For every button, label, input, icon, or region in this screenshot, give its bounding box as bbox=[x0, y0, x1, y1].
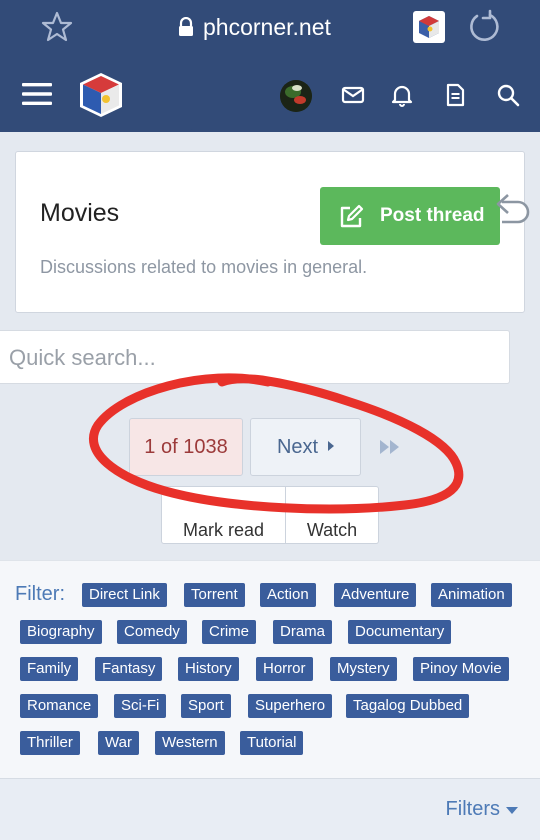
caret-down-icon bbox=[506, 807, 518, 814]
filter-tag[interactable]: Horror bbox=[256, 657, 313, 681]
document-icon[interactable] bbox=[442, 82, 468, 108]
filter-tag[interactable]: Tagalog Dubbed bbox=[346, 694, 470, 718]
filters-label: Filters bbox=[445, 798, 500, 820]
reload-icon[interactable] bbox=[466, 8, 502, 44]
filter-tag[interactable]: Adventure bbox=[334, 583, 417, 607]
filter-tag[interactable]: Family bbox=[20, 657, 79, 681]
nav-tab-stub bbox=[96, 120, 192, 132]
nav-tab-stub bbox=[0, 120, 96, 132]
quick-search-input[interactable] bbox=[9, 341, 489, 375]
star-icon[interactable] bbox=[40, 10, 74, 44]
mark-read-label: Mark read bbox=[182, 520, 265, 540]
filter-tag[interactable]: Direct Link bbox=[82, 583, 167, 607]
nav-tab-stub bbox=[192, 120, 288, 132]
edit-icon bbox=[340, 204, 364, 228]
url-text[interactable]: phcorner.net bbox=[203, 12, 331, 42]
watch-label: Watch bbox=[306, 520, 358, 540]
filter-label: Filter: bbox=[15, 583, 65, 605]
filter-tag[interactable]: Sport bbox=[181, 694, 231, 718]
mark-read-button[interactable]: Mark read bbox=[161, 486, 286, 544]
chevron-right-icon bbox=[328, 441, 335, 451]
bell-icon[interactable] bbox=[389, 82, 415, 108]
filter-tag[interactable]: Pinoy Movie bbox=[413, 657, 509, 681]
watch-button[interactable]: Watch bbox=[286, 486, 379, 544]
filter-tag[interactable]: Mystery bbox=[330, 657, 397, 681]
filter-panel: Filter: Direct Link Torrent Action Adven… bbox=[0, 560, 540, 778]
filters-toggle[interactable]: Filters bbox=[0, 778, 540, 840]
avatar[interactable] bbox=[280, 80, 312, 112]
filter-tag[interactable]: Tutorial bbox=[240, 731, 304, 755]
mail-icon[interactable] bbox=[340, 82, 366, 108]
filter-tag[interactable]: Animation bbox=[431, 583, 512, 607]
forum-description: Discussions related to movies in general… bbox=[40, 257, 368, 277]
filter-tag[interactable]: Comedy bbox=[117, 620, 187, 644]
filter-tag[interactable]: Drama bbox=[273, 620, 333, 644]
quick-search-box bbox=[0, 330, 510, 384]
forum-title: Movies bbox=[40, 199, 120, 227]
search-icon[interactable] bbox=[495, 82, 521, 108]
filter-tag[interactable]: Fantasy bbox=[95, 657, 163, 681]
menu-icon[interactable] bbox=[22, 80, 52, 108]
filter-tag[interactable]: Documentary bbox=[348, 620, 452, 644]
filter-tag[interactable]: Sci-Fi bbox=[114, 694, 167, 718]
next-page-label: Next bbox=[276, 436, 319, 458]
filter-tag[interactable]: History bbox=[178, 657, 239, 681]
filter-tag[interactable]: Biography bbox=[20, 620, 102, 644]
last-page-icon[interactable] bbox=[380, 439, 402, 455]
page-indicator-text: 1 of 1038 bbox=[144, 436, 228, 458]
filter-tag[interactable]: Action bbox=[260, 583, 316, 607]
filter-tag[interactable]: Crime bbox=[202, 620, 256, 644]
next-page-button[interactable]: Next bbox=[250, 418, 361, 476]
filter-tag[interactable]: War bbox=[98, 731, 139, 755]
extension-icon[interactable] bbox=[413, 11, 445, 43]
filter-tag[interactable]: Western bbox=[155, 731, 225, 755]
post-thread-label: Post thread bbox=[380, 205, 485, 226]
logo[interactable] bbox=[76, 70, 126, 120]
post-thread-button[interactable]: Post thread bbox=[320, 187, 500, 245]
back-arrow-icon[interactable] bbox=[490, 194, 532, 234]
browser-url-bar: phcorner.net bbox=[0, 0, 540, 56]
page-indicator[interactable]: 1 of 1038 bbox=[129, 418, 243, 476]
filter-tag[interactable]: Romance bbox=[20, 694, 99, 718]
filter-tag[interactable]: Torrent bbox=[184, 583, 245, 607]
lock-icon bbox=[179, 17, 193, 36]
filter-tag[interactable]: Thriller bbox=[20, 731, 80, 755]
filter-tag[interactable]: Superhero bbox=[248, 694, 333, 718]
